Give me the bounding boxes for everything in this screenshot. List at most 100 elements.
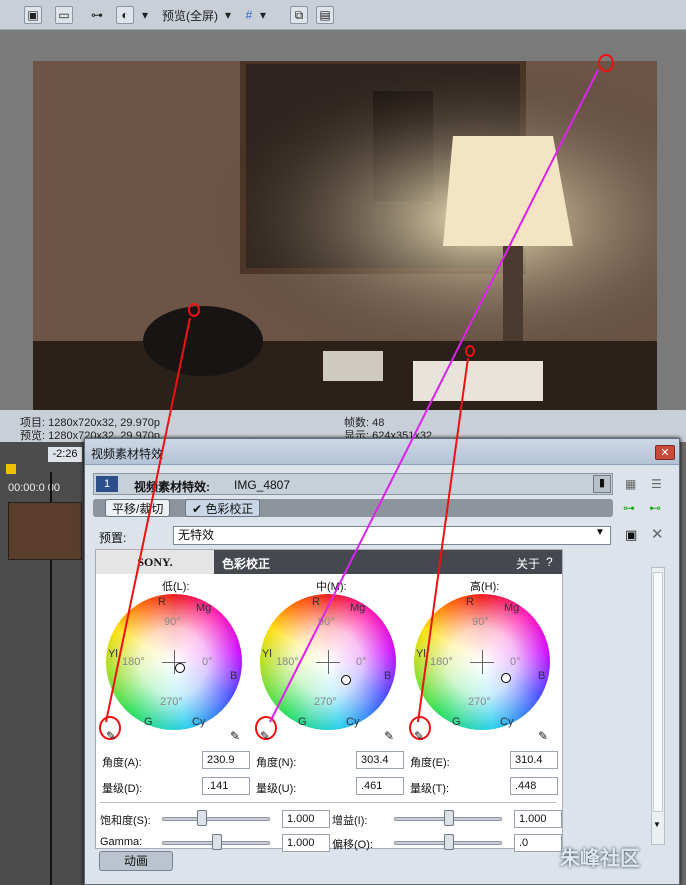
wheel-degree-d180: 180°: [430, 656, 453, 668]
list-view-icon[interactable]: ☰: [651, 477, 662, 491]
wheel-mark-cy: Cy: [500, 716, 514, 728]
wheel-degree-d90: 90°: [318, 616, 335, 628]
saturation-input[interactable]: 1.000: [282, 810, 330, 828]
color-correction-panel: SONY. 色彩校正 关于 ? 低(L): R Mg B Cy G Yl 90° 180° 0° 2…: [95, 549, 563, 852]
wheel-mark-b: B: [384, 670, 392, 682]
check-icon: ✔: [192, 502, 206, 516]
dialog-title: 视频素材特效: [91, 447, 164, 461]
wheel-header: 低(L):: [162, 581, 190, 593]
video-frame: [33, 61, 657, 412]
preset-dropdown[interactable]: 无特效: [173, 526, 611, 545]
angle-input[interactable]: 303.4: [356, 751, 404, 769]
wheel-mark-r: R: [312, 596, 320, 608]
gamma-label: Gamma:: [100, 836, 143, 848]
wheel-mark-yl: Yl: [108, 648, 118, 660]
plugin-chain-icon[interactable]: ⊶: [623, 501, 635, 515]
wheel-mark-b: B: [230, 670, 238, 682]
grid-icon[interactable]: #: [240, 6, 258, 24]
monitor-icon[interactable]: ▭: [55, 6, 73, 24]
about-link[interactable]: 关于: [516, 555, 540, 572]
wheel-header: 中(M):: [316, 581, 347, 593]
angle-input[interactable]: 310.4: [510, 751, 558, 769]
amount-input[interactable]: .461: [356, 777, 404, 795]
saturation-slider[interactable]: [162, 817, 270, 821]
angle-label: 角度(N):: [256, 757, 297, 769]
scroll-down-icon[interactable]: ▼: [653, 820, 663, 830]
eyedropper-icon[interactable]: ✎: [414, 729, 424, 743]
remove-plugin-icon[interactable]: ⊷: [649, 501, 661, 515]
wheel-header: 高(H):: [470, 581, 500, 593]
saturation-slider-thumb[interactable]: [197, 810, 207, 826]
eyedropper-icon[interactable]: ✎: [538, 729, 548, 743]
offset-input[interactable]: .0: [514, 834, 562, 852]
chain-item-color-correction[interactable]: ✔ 色彩校正: [185, 499, 261, 517]
delete-preset-icon[interactable]: ✕: [651, 525, 664, 543]
wheel-degree-d180: 180°: [276, 656, 299, 668]
animate-button[interactable]: 动画: [99, 851, 173, 871]
wheel-degree-d90: 90°: [164, 616, 181, 628]
vertical-scrollbar[interactable]: ▼: [651, 567, 665, 845]
save-preset-icon[interactable]: ▣: [625, 527, 637, 543]
preset-label: 预置:: [99, 531, 127, 545]
panel-header: SONY. 色彩校正 关于 ?: [96, 550, 562, 574]
wheel-degree-d270: 270°: [468, 696, 491, 708]
timecode: 00:00:0 00: [8, 482, 60, 494]
fx-header-row: 1 视频素材特效: IMG_4807: [93, 473, 613, 495]
preview-quality-dropdown[interactable]: 预览(全屏): [154, 6, 226, 24]
duration-display: -2:26: [48, 447, 82, 462]
preset-chevron-icon[interactable]: ▼: [595, 527, 605, 538]
help-link[interactable]: ?: [546, 555, 553, 569]
amount-input[interactable]: .448: [510, 777, 558, 795]
clip-thumbnail[interactable]: [8, 502, 82, 560]
wheel-crosshair-v: [482, 650, 483, 674]
copy-snapshot-icon[interactable]: ⧉: [290, 6, 308, 24]
overlay-dropdown-icon[interactable]: ▾: [138, 6, 152, 24]
properties-icon[interactable]: ▣: [24, 6, 42, 24]
eyedropper-icon[interactable]: ✎: [230, 729, 240, 743]
grid-chevron-icon[interactable]: ▾: [257, 6, 269, 24]
chain-item-label: 色彩校正: [205, 502, 254, 516]
close-button[interactable]: ✕: [655, 445, 675, 460]
timeline-panel: -2:26 00:00:0 00: [0, 442, 84, 885]
wheel-mark-r: R: [158, 596, 166, 608]
wheels-area: 低(L): R Mg B Cy G Yl 90° 180° 0° 270° ✎ ✎ 角度(A): 230.9…: [96, 574, 562, 852]
wheel-mark-mg: Mg: [504, 602, 520, 614]
wheel-mark-g: G: [452, 716, 461, 728]
clip-name: IMG_4807: [234, 478, 291, 492]
wheel-degree-d0: 0°: [510, 656, 521, 668]
dialog-titlebar[interactable]: 视频素材特效 ✕: [85, 439, 679, 465]
wheel-handle[interactable]: [341, 675, 351, 685]
split-icon[interactable]: ⊶: [88, 6, 106, 24]
save-snapshot-icon[interactable]: ▤: [316, 6, 334, 24]
fx-chain: [93, 499, 613, 517]
wheel-handle[interactable]: [175, 663, 185, 673]
quality-chevron-icon[interactable]: ▾: [222, 6, 234, 24]
eyedropper-icon[interactable]: ✎: [106, 729, 116, 743]
marker-icon[interactable]: [6, 464, 16, 474]
saturation-label: 饱和度(S):: [100, 815, 151, 827]
eyedropper-icon[interactable]: ✎: [260, 729, 270, 743]
scroll-thumb[interactable]: [653, 572, 663, 812]
track-badge: 1: [96, 476, 118, 492]
wheel-degree-d180: 180°: [122, 656, 145, 668]
angle-input[interactable]: 230.9: [202, 751, 250, 769]
chain-item-pan-crop[interactable]: 平移/裁切: [105, 499, 171, 517]
wheel-degree-d270: 270°: [160, 696, 183, 708]
grid-view-icon[interactable]: ▦: [625, 477, 636, 491]
amount-label: 量级(D):: [102, 783, 143, 795]
overlay-icon[interactable]: ◐: [116, 6, 134, 24]
gamma-slider-thumb[interactable]: [212, 834, 222, 850]
amount-input[interactable]: .141: [202, 777, 250, 795]
eyedropper-icon[interactable]: ✎: [384, 729, 394, 743]
wheel-mark-r: R: [466, 596, 474, 608]
video-frame-image: [33, 61, 657, 412]
wheel-degree-d270: 270°: [314, 696, 337, 708]
chain-view-icon[interactable]: ▮: [593, 475, 611, 493]
gamma-input[interactable]: 1.000: [282, 834, 330, 852]
gain-input[interactable]: 1.000: [514, 810, 562, 828]
wheel-degree-d90: 90°: [472, 616, 489, 628]
offset-slider-thumb[interactable]: [444, 834, 454, 850]
wheel-handle[interactable]: [501, 673, 511, 683]
wheel-mark-yl: Yl: [416, 648, 426, 660]
gain-slider-thumb[interactable]: [444, 810, 454, 826]
